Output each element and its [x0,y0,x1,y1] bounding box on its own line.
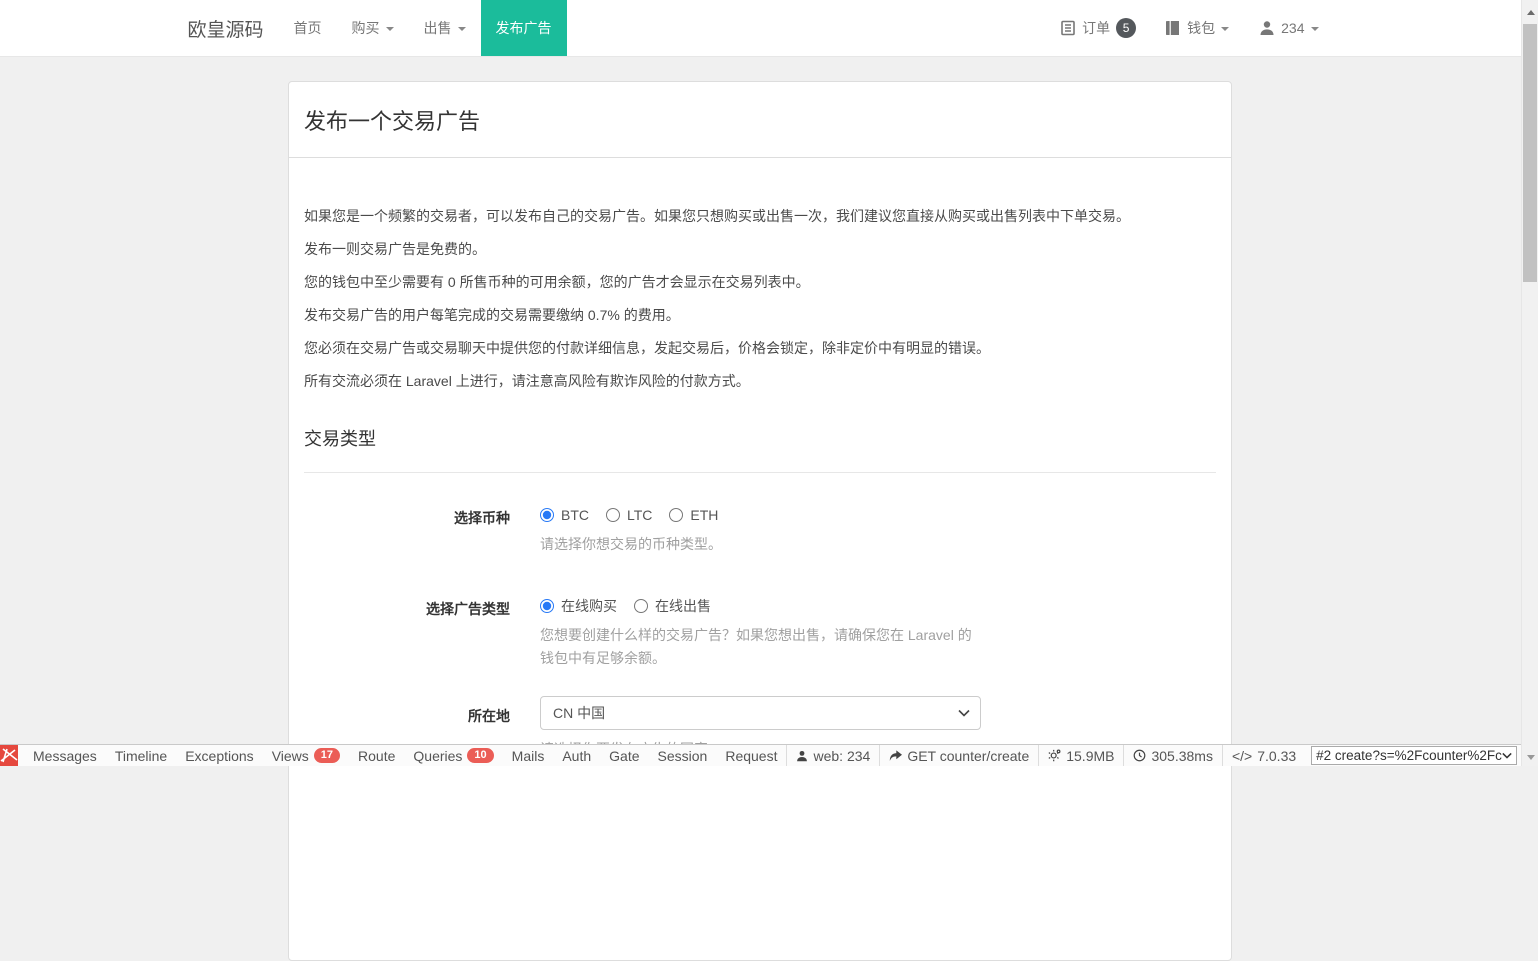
triangle-down-icon [1527,755,1535,760]
coin-field-row: 选择币种 BTC LTC ETH 请选择你想交易的币 [304,505,1216,556]
intro-line: 发布一则交易广告是免费的。 [304,242,1216,256]
order-list-icon [1060,20,1076,36]
nav-home[interactable]: 首页 [279,0,337,56]
intro-line: 所有交流必须在 Laravel 上进行，请注意高风险有欺诈风险的付款方式。 [304,374,1216,388]
debugbar-history-select[interactable]: #2 create?s=%2Fcounter%2Fc [1311,746,1517,765]
chevron-down-icon [458,27,466,31]
debugbar-tab-timeline[interactable]: Timeline [106,745,176,766]
ad-type-option-buy[interactable]: 在线购买 [540,596,617,616]
debugbar-tab-auth[interactable]: Auth [553,745,600,766]
ad-type-option-sell[interactable]: 在线出售 [634,596,711,616]
chevron-down-icon [1311,27,1319,31]
chevron-down-icon [386,27,394,31]
chevron-down-icon [1502,752,1512,759]
vertical-scrollbar[interactable] [1521,0,1538,766]
ad-type-field-label: 选择广告类型 [304,596,510,670]
top-navbar: 欧皇源码 首页 购买 出售 发布广告 订单 5 钱包 [0,0,1521,57]
debugbar-tab-route[interactable]: Route [349,745,404,766]
orders-count-badge: 5 [1116,18,1136,38]
nav-orders[interactable]: 订单 5 [1045,0,1151,56]
nav-buy-menu[interactable]: 购买 [337,0,409,56]
ad-type-help-text: 您想要创建什么样的交易广告？如果您想出售，请确保您在 Laravel 的钱包中有… [540,624,985,670]
chevron-down-icon [1221,27,1229,31]
brand-logo[interactable]: 欧皇源码 [188,0,264,56]
intro-line: 如果您是一个频繁的交易者，可以发布自己的交易广告。如果您只想购买或出售一次，我们… [304,209,1216,223]
intro-line: 您必须在交易广告或交易聊天中提供您的付款详细信息，发起交易后，价格会锁定，除非定… [304,341,1216,355]
triangle-up-icon [1527,10,1535,15]
nav-wallet-menu[interactable]: 钱包 [1151,0,1244,56]
debugbar-tab-request[interactable]: Request [716,745,786,766]
nav-user-menu[interactable]: 234 [1244,0,1333,56]
coin-radio-ltc[interactable] [606,508,620,522]
section-title-trade-type: 交易类型 [304,425,1216,473]
ad-type-radio-buy[interactable] [540,599,554,613]
scroll-up-button[interactable] [1522,4,1538,21]
debugbar-auth-status: web: 234 [786,745,879,766]
intro-text: 如果您是一个频繁的交易者，可以发布自己的交易广告。如果您只想购买或出售一次，我们… [304,209,1216,388]
scroll-down-button[interactable] [1522,749,1538,766]
user-icon [1259,20,1275,36]
scrollbar-thumb[interactable] [1523,24,1537,282]
debugbar-logo-icon[interactable] [0,745,18,766]
debugbar-tab-messages[interactable]: Messages [24,745,106,766]
coin-option-btc[interactable]: BTC [540,507,589,523]
debugbar-tab-exceptions[interactable]: Exceptions [176,745,262,766]
debugbar-time-status: 305.38ms [1123,745,1221,766]
nav-post-ad[interactable]: 发布广告 [481,0,567,56]
debugbar-memory-status: 15.9MB [1038,745,1123,766]
views-count-badge: 17 [314,748,340,763]
coin-radio-btc[interactable] [540,508,554,522]
coin-help-text: 请选择你想交易的币种类型。 [540,533,985,556]
location-select[interactable]: CN 中国 [540,696,981,730]
intro-line: 发布交易广告的用户每笔完成的交易需要缴纳 0.7% 的费用。 [304,308,1216,322]
coin-option-eth[interactable]: ETH [669,507,718,523]
debugbar-version-status: </> 7.0.33 [1222,745,1305,766]
share-arrow-icon [889,750,902,762]
coin-option-ltc[interactable]: LTC [606,507,652,523]
create-ad-panel: 发布一个交易广告 如果您是一个频繁的交易者，可以发布自己的交易广告。如果您只想购… [288,81,1232,961]
page-title: 发布一个交易广告 [304,104,480,136]
coin-radio-eth[interactable] [669,508,683,522]
debugbar-tab-session[interactable]: Session [649,745,717,766]
debugbar-tab-views[interactable]: Views17 [263,745,349,766]
debugbar-tab-gate[interactable]: Gate [600,745,648,766]
nav-sell-menu[interactable]: 出售 [409,0,481,56]
queries-count-badge: 10 [467,748,493,763]
intro-line: 您的钱包中至少需要有 0 所售币种的可用余额，您的广告才会显示在交易列表中。 [304,275,1216,289]
debugbar-tab-queries[interactable]: Queries10 [404,745,502,766]
gears-icon [1048,749,1061,762]
wallet-icon [1166,20,1181,36]
debugbar-tab-mails[interactable]: Mails [503,745,554,766]
laravel-debugbar: Messages Timeline Exceptions Views17 Rou… [0,744,1521,766]
ad-type-radio-sell[interactable] [634,599,648,613]
clock-icon [1133,749,1146,762]
ad-type-field-row: 选择广告类型 在线购买 在线出售 您想要创建什么样的交易广告？如果您想出售，请确… [304,596,1216,670]
panel-header: 发布一个交易广告 [289,82,1231,158]
user-icon [796,750,808,762]
coin-field-label: 选择币种 [304,505,510,556]
code-icon: </> [1232,748,1252,764]
debugbar-route-status: GET counter/create [879,745,1038,766]
